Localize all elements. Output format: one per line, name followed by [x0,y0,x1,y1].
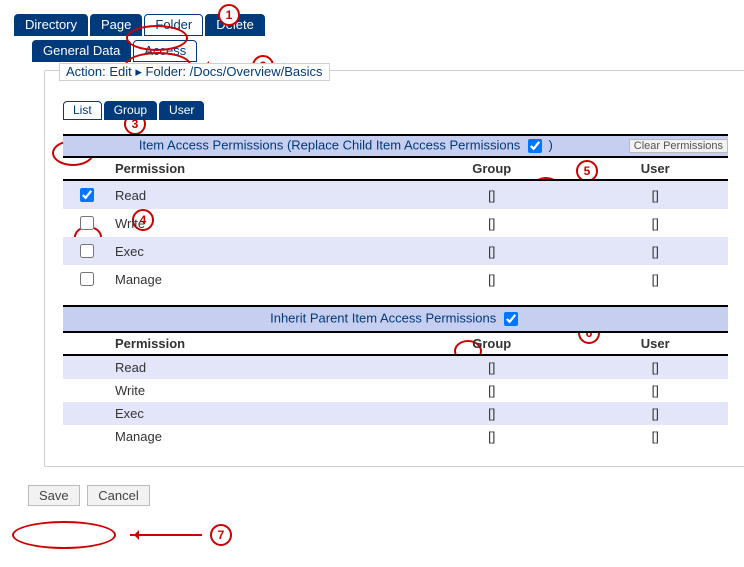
perm-group: [] [401,379,582,402]
tab-directory[interactable]: Directory [14,14,88,36]
col-permission: Permission [109,157,401,180]
table-row: Manage[][] [63,425,728,448]
col-group: Group [401,157,582,180]
table-row: Read[][] [63,355,728,379]
perm-group: [] [401,355,582,379]
col2-permission: Permission [109,332,401,355]
row-checkbox[interactable] [80,188,94,202]
content-box: Action: Edit ▸ Folder: /Docs/Overview/Ba… [44,70,744,467]
perm-group: [] [401,425,582,448]
perm-group: [] [401,237,582,265]
table-row: Read[][] [63,180,728,209]
action-buttons: Save Cancel [28,485,730,506]
perm-group: [] [401,265,582,293]
perm-user: [] [582,237,728,265]
inherit-parent-checkbox[interactable] [504,312,518,326]
main-tabs: DirectoryPageFolderDelete [14,14,730,36]
callout-7: 7 [210,524,232,546]
save-button[interactable]: Save [28,485,80,506]
perm-name: Write [109,379,401,402]
subtab-general-data[interactable]: General Data [32,40,131,62]
table-row: Write[][] [63,209,728,237]
callout-1: 1 [218,4,240,26]
perm-name: Manage [109,265,401,293]
viewtab-user[interactable]: User [159,101,204,120]
perm-name: Exec [109,237,401,265]
col2-group: Group [401,332,582,355]
row-checkbox[interactable] [80,216,94,230]
viewtab-group[interactable]: Group [104,101,157,120]
table-row: Exec[][] [63,402,728,425]
perm-name: Write [109,209,401,237]
row-checkbox[interactable] [80,272,94,286]
perm-user: [] [582,209,728,237]
table-row: Manage[][] [63,265,728,293]
perm-user: [] [582,379,728,402]
replace-child-checkbox[interactable] [528,139,542,153]
perm-group: [] [401,402,582,425]
perm-group: [] [401,209,582,237]
perm-name: Manage [109,425,401,448]
breadcrumb: Action: Edit ▸ Folder: /Docs/Overview/Ba… [59,63,330,81]
view-tabs: ListGroupUser [63,101,728,120]
perm-user: [] [582,425,728,448]
perm-group: [] [401,180,582,209]
perm-name: Read [109,180,401,209]
row-checkbox[interactable] [80,244,94,258]
table-row: Exec[][] [63,237,728,265]
col2-user: User [582,332,728,355]
callout-7-arrow [130,534,202,536]
perm-user: [] [582,265,728,293]
permissions-table-1: Item Access Permissions (Replace Child I… [63,134,728,293]
perm-user: [] [582,355,728,379]
permissions-table-2: Inherit Parent Item Access Permissions P… [63,305,728,448]
perm-user: [] [582,402,728,425]
section2-title: Inherit Parent Item Access Permissions [270,310,496,325]
col-user: User [582,157,728,180]
table-row: Write[][] [63,379,728,402]
callout-1-ring [126,25,188,51]
cancel-button[interactable]: Cancel [87,485,149,506]
perm-name: Exec [109,402,401,425]
callout-7-ring [12,521,116,549]
clear-permissions-button[interactable]: Clear Permissions [629,139,728,153]
viewtab-list[interactable]: List [63,101,102,120]
perm-user: [] [582,180,728,209]
perm-name: Read [109,355,401,379]
section1-title: Item Access Permissions (Replace Child I… [139,137,520,152]
